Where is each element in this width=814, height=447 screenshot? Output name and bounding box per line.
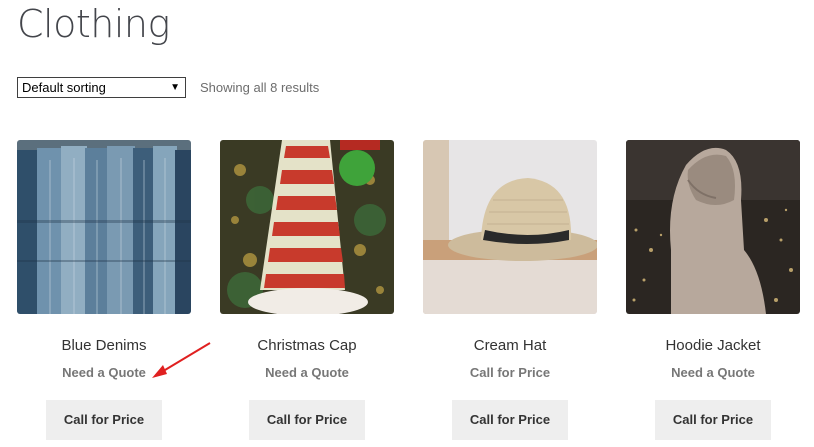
call-for-price-button[interactable]: Call for Price xyxy=(655,400,771,440)
call-for-price-button[interactable]: Call for Price xyxy=(46,400,162,440)
product-image-link[interactable] xyxy=(423,140,597,314)
product-title[interactable]: Hoodie Jacket xyxy=(626,337,800,355)
sort-select-value: Default sorting xyxy=(22,80,106,95)
product-title[interactable]: Cream Hat xyxy=(423,337,597,355)
page-title: Clothing xyxy=(17,2,170,46)
sort-select[interactable]: Default sorting ▼ xyxy=(17,77,186,98)
product-card: Blue Denims Need a Quote Call for Price xyxy=(17,140,191,440)
price-note: Need a Quote xyxy=(265,365,349,380)
hoodie-jacket-photo xyxy=(626,140,800,314)
cream-hat-photo xyxy=(423,140,597,314)
product-title[interactable]: Blue Denims xyxy=(17,337,191,355)
result-count: Showing all 8 results xyxy=(200,80,320,95)
blue-denims-photo xyxy=(17,140,191,314)
call-for-price-button[interactable]: Call for Price xyxy=(452,400,568,440)
product-card: Hoodie Jacket Need a Quote Call for Pric… xyxy=(626,140,800,440)
price-note: Need a Quote xyxy=(62,365,146,380)
christmas-cap-photo xyxy=(220,140,394,314)
product-image-link[interactable] xyxy=(17,140,191,314)
product-title[interactable]: Christmas Cap xyxy=(220,337,394,355)
product-card: Cream Hat Call for Price Call for Price xyxy=(423,140,597,440)
product-card: Christmas Cap Need a Quote Call for Pric… xyxy=(220,140,394,440)
shop-toolbar: Default sorting ▼ Showing all 8 results xyxy=(17,77,319,98)
chevron-down-icon: ▼ xyxy=(170,82,180,93)
product-image-link[interactable] xyxy=(626,140,800,314)
price-note: Call for Price xyxy=(469,365,551,380)
call-for-price-button[interactable]: Call for Price xyxy=(249,400,365,440)
product-image-link[interactable] xyxy=(220,140,394,314)
price-note: Need a Quote xyxy=(671,365,755,380)
